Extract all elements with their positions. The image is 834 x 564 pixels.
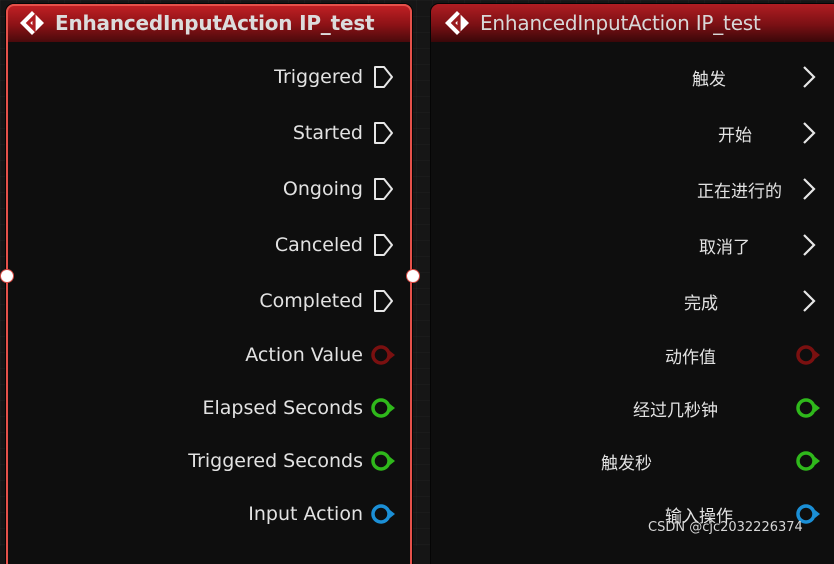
pin-label: 完成 <box>684 293 718 314</box>
pin-ongoing[interactable]: Ongoing <box>17 174 412 204</box>
float-pin-icon[interactable] <box>795 395 821 421</box>
pin-label: 开始 <box>718 125 752 146</box>
float-pin-icon[interactable] <box>370 448 396 474</box>
pin-triggered-seconds[interactable]: Triggered Seconds <box>17 446 412 476</box>
pin-action-value[interactable]: Action Value <box>17 340 412 370</box>
pin-action-value-cn[interactable]: 动作值 <box>431 340 834 370</box>
pin-label: Canceled <box>274 234 363 256</box>
exec-pin-icon[interactable] <box>370 176 396 202</box>
pin-label: Started <box>292 122 363 144</box>
exec-pin-icon[interactable] <box>795 176 821 202</box>
exec-pin-icon[interactable] <box>795 232 821 258</box>
enhanced-input-diamond-icon <box>443 9 471 37</box>
exec-pin-icon[interactable] <box>795 288 821 314</box>
float-pin-icon[interactable] <box>370 395 396 421</box>
node-header[interactable]: EnhancedInputAction IP_test <box>431 4 834 42</box>
pin-started[interactable]: Started <box>17 118 412 148</box>
float-pin-icon[interactable] <box>795 448 821 474</box>
csdn-watermark: CSDN @cjc2032226374 <box>648 520 803 535</box>
pin-label: Ongoing <box>282 178 363 200</box>
enhanced-input-action-node-chinese[interactable]: EnhancedInputAction IP_test 触发 开始 正在进行的 … <box>431 4 834 564</box>
pin-label: Action Value <box>245 344 363 366</box>
pin-canceled-cn[interactable]: 取消了 <box>431 230 834 260</box>
exec-pin-icon[interactable] <box>370 64 396 90</box>
exec-pin-icon[interactable] <box>370 232 396 258</box>
exec-pin-icon[interactable] <box>795 120 821 146</box>
struct-pin-icon[interactable] <box>370 342 396 368</box>
pin-triggered[interactable]: Triggered <box>17 62 412 92</box>
pin-label: Triggered <box>274 66 363 88</box>
pin-input-action[interactable]: Input Action <box>17 499 412 529</box>
pin-label: Completed <box>259 290 363 312</box>
pin-triggered-cn[interactable]: 触发 <box>431 62 834 92</box>
exec-pin-icon[interactable] <box>795 64 821 90</box>
pin-completed-cn[interactable]: 完成 <box>431 286 834 316</box>
pin-canceled[interactable]: Canceled <box>17 230 412 260</box>
pin-label: 正在进行的 <box>697 181 782 202</box>
node-header[interactable]: EnhancedInputAction IP_test <box>6 4 412 42</box>
pin-label: 触发 <box>692 69 726 90</box>
object-pin-icon[interactable] <box>370 501 396 527</box>
enhanced-input-action-node-english[interactable]: EnhancedInputAction IP_test Triggered St… <box>6 4 412 564</box>
node-title: EnhancedInputAction IP_test <box>480 11 761 35</box>
struct-pin-icon[interactable] <box>795 342 821 368</box>
pin-triggered-seconds-cn[interactable]: 触发秒 <box>431 446 834 476</box>
enhanced-input-diamond-icon <box>18 9 46 37</box>
exec-pin-icon[interactable] <box>370 288 396 314</box>
node-resize-handle[interactable] <box>0 269 14 283</box>
pin-label: Elapsed Seconds <box>202 397 364 419</box>
pin-elapsed-seconds-cn[interactable]: 经过几秒钟 <box>431 393 834 423</box>
pin-label: 取消了 <box>699 237 750 258</box>
node-resize-handle[interactable] <box>406 269 420 283</box>
pin-label: 经过几秒钟 <box>633 400 718 421</box>
pin-completed[interactable]: Completed <box>17 286 412 316</box>
pin-label: 动作值 <box>665 347 716 368</box>
pin-label: 触发秒 <box>601 453 652 474</box>
pin-label: Input Action <box>248 503 363 525</box>
pin-elapsed-seconds[interactable]: Elapsed Seconds <box>17 393 412 423</box>
pin-started-cn[interactable]: 开始 <box>431 118 834 148</box>
pin-label: Triggered Seconds <box>188 450 363 472</box>
exec-pin-icon[interactable] <box>370 120 396 146</box>
node-title: EnhancedInputAction IP_test <box>55 11 375 35</box>
pin-ongoing-cn[interactable]: 正在进行的 <box>431 174 834 204</box>
